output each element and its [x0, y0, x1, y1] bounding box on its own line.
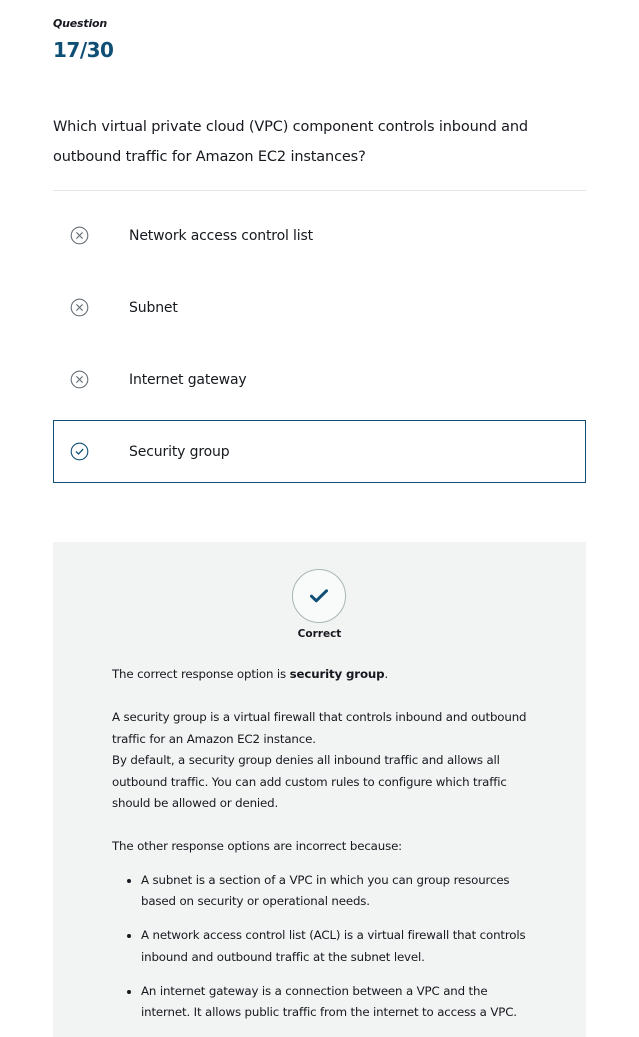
option-label: Internet gateway — [129, 371, 247, 388]
option-label: Subnet — [129, 299, 178, 316]
correct-answer: security group — [289, 667, 385, 681]
feedback-other-intro: The other response options are incorrect… — [112, 839, 403, 853]
feedback-explanation-2: By default, a security group denies all … — [112, 753, 507, 810]
feedback-intro: The correct response option is security … — [112, 667, 389, 681]
x-circle-icon — [69, 225, 90, 246]
option-label: Network access control list — [129, 227, 314, 244]
question-text: Which virtual private cloud (VPC) compon… — [53, 119, 528, 165]
feedback-body: The correct response option is security … — [112, 664, 530, 1036]
reason-item: A subnet is a section of a VPC in which … — [141, 870, 530, 913]
option-network-acl[interactable]: Network access control list — [53, 204, 586, 267]
option-internet-gateway[interactable]: Internet gateway — [53, 348, 586, 411]
question-counter: 17/30 — [53, 38, 114, 62]
reason-item: A network access control list (ACL) is a… — [141, 925, 530, 968]
feedback-panel: Correct The correct response option is s… — [53, 542, 586, 1037]
question-label: Question — [53, 17, 108, 30]
option-label: Security group — [129, 443, 230, 460]
x-circle-icon — [69, 297, 90, 318]
reason-item: An internet gateway is a connection betw… — [141, 981, 530, 1024]
option-subnet[interactable]: Subnet — [53, 276, 586, 339]
feedback-badge — [292, 569, 346, 623]
reasons-list: A subnet is a section of a VPC in which … — [112, 870, 530, 1024]
check-circle-icon — [69, 441, 90, 462]
feedback-status: Correct — [297, 628, 342, 640]
option-security-group[interactable]: Security group — [53, 420, 586, 483]
x-circle-icon — [69, 369, 90, 390]
divider — [53, 190, 586, 191]
checkmark-icon — [310, 589, 328, 603]
feedback-explanation-1: A security group is a virtual firewall t… — [112, 710, 527, 746]
